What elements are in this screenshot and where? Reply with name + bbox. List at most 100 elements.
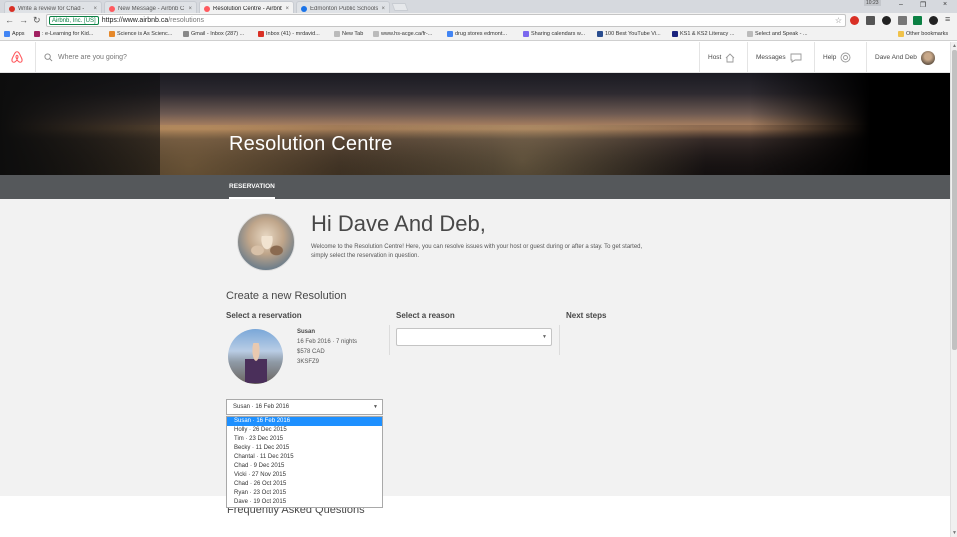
minimize-icon[interactable]: – xyxy=(890,1,912,8)
bookmark-item[interactable]: Inbox (41) - mrdavid... xyxy=(258,31,320,37)
bookmark-apps[interactable]: Apps xyxy=(4,31,25,37)
page-icon xyxy=(373,31,379,37)
address-bar[interactable]: Airbnb, Inc. [US] https://www.airbnb.ca /… xyxy=(46,14,846,27)
host-link[interactable]: Host xyxy=(699,42,747,73)
close-icon[interactable]: × xyxy=(381,6,385,12)
back-icon[interactable]: ← xyxy=(5,15,14,25)
user-menu[interactable]: Dave And Deb xyxy=(866,42,950,73)
bookmark-item[interactable]: www.hs-acge.ca/fr-... xyxy=(373,31,432,37)
reload-icon[interactable]: ↻ xyxy=(33,15,41,26)
dropdown-option[interactable]: Becky · 11 Dec 2015 xyxy=(227,444,382,453)
page-icon xyxy=(523,31,529,37)
bookmark-item[interactable]: drug stores edmont... xyxy=(447,31,507,37)
bookmark-item[interactable]: Sharing calendars w... xyxy=(523,31,585,37)
reservation-price: $578 CAD xyxy=(297,349,325,355)
greeting-heading: Hi Dave And Deb, xyxy=(311,211,486,236)
sub-navigation: RESERVATION xyxy=(0,175,950,199)
bookmarks-bar: Apps : e-Learning for Kid... Science is … xyxy=(0,29,957,41)
dropdown-option[interactable]: Ryan · 23 Oct 2015 xyxy=(227,489,382,498)
page-icon xyxy=(334,31,340,37)
extension-camera-icon[interactable] xyxy=(866,16,875,25)
google-icon xyxy=(447,31,453,37)
cast-icon[interactable] xyxy=(898,16,907,25)
search-bar[interactable]: Where are you going? xyxy=(35,42,695,73)
column-header-reservation: Select a reservation xyxy=(226,311,302,320)
faq-section xyxy=(0,496,950,537)
bookmark-item[interactable]: Gmail - Inbox (287) ... xyxy=(183,31,244,37)
menu-icon[interactable]: ≡ xyxy=(945,14,950,24)
page-scrollbar[interactable]: ▲ ▼ xyxy=(950,42,957,537)
lifebuoy-icon xyxy=(840,52,851,63)
new-tab-button[interactable] xyxy=(391,3,409,11)
guest-name: Susan xyxy=(297,329,316,335)
user-name: Dave And Deb xyxy=(875,54,917,61)
search-input[interactable]: Where are you going? xyxy=(58,54,127,61)
airbnb-favicon-icon xyxy=(109,5,115,12)
welcome-text: Welcome to the Resolution Centre! Here, … xyxy=(311,243,731,261)
dropdown-option[interactable]: Susan · 16 Feb 2016 xyxy=(227,417,382,426)
browser-toolbar: ← → ↻ Airbnb, Inc. [US] https://www.airb… xyxy=(0,13,957,29)
forward-icon[interactable]: → xyxy=(19,15,28,25)
browser-tab-3[interactable]: Resolution Centre - Airbnb × xyxy=(199,1,294,13)
bookmark-item[interactable]: New Tab xyxy=(334,31,363,37)
browser-tab-strip: Write a review for Chad - × New Message … xyxy=(0,0,957,13)
bookmark-item[interactable]: Select and Speak - ... xyxy=(747,31,808,37)
dropdown-option[interactable]: Dave · 19 Oct 2015 xyxy=(227,498,382,507)
bookmark-item[interactable]: : e-Learning for Kid... xyxy=(34,31,93,37)
reason-select[interactable]: ▼ xyxy=(396,328,552,346)
bookmark-item[interactable]: 100 Best YouTube Vi... xyxy=(597,31,661,37)
dropdown-option[interactable]: Tim · 23 Dec 2015 xyxy=(227,435,382,444)
clock: 10:23 xyxy=(864,0,881,6)
google-icon xyxy=(183,31,189,37)
reservation-dates: 16 Feb 2016 · 7 nights xyxy=(297,339,358,345)
close-icon[interactable]: × xyxy=(93,6,97,12)
school-favicon-icon xyxy=(301,5,307,12)
dropdown-option[interactable]: Chad · 26 Oct 2015 xyxy=(227,480,382,489)
dropdown-option[interactable]: Holly · 26 Dec 2015 xyxy=(227,426,382,435)
extension-new-icon[interactable] xyxy=(913,16,922,25)
close-icon[interactable]: × xyxy=(285,6,289,12)
messages-link[interactable]: Messages xyxy=(747,42,814,73)
browser-tab-label: Resolution Centre - Airbnb xyxy=(213,5,283,12)
apps-icon xyxy=(4,31,10,37)
extension-stop-icon[interactable] xyxy=(850,16,859,25)
hero-shade-left xyxy=(0,73,160,175)
bookmark-favicon-icon xyxy=(672,31,678,37)
section-title: Create a new Resolution xyxy=(226,290,347,302)
site-header: Where are you going? Host Messages Help … xyxy=(0,42,950,73)
reservation-dropdown-list: Susan · 16 Feb 2016 Holly · 26 Dec 2015 … xyxy=(226,416,383,508)
tab-reservation[interactable]: RESERVATION xyxy=(229,175,275,199)
dropdown-option[interactable]: Chantal · 11 Dec 2015 xyxy=(227,453,382,462)
column-header-reason: Select a reason xyxy=(396,311,455,320)
bookmark-item[interactable]: Science is As Scienc... xyxy=(109,31,172,37)
host-label: Host xyxy=(708,54,722,61)
browser-tab-2[interactable]: New Message - Airbnb C × xyxy=(104,1,197,13)
help-label: Help xyxy=(823,54,837,61)
other-bookmarks[interactable]: Other bookmarks xyxy=(898,31,948,37)
browser-tab-4[interactable]: Edmonton Public Schools × xyxy=(296,1,390,13)
airbnb-logo-icon[interactable] xyxy=(10,50,24,66)
dropdown-option[interactable]: Chad · 9 Dec 2015 xyxy=(227,462,382,471)
welcome-line: Welcome to the Resolution Centre! Here, … xyxy=(311,244,643,250)
browser-tab-1[interactable]: Write a review for Chad - × xyxy=(4,1,102,13)
page-icon xyxy=(747,31,753,37)
messages-label: Messages xyxy=(756,54,786,61)
extension-record-icon[interactable] xyxy=(882,16,891,25)
dropdown-option[interactable]: Vicki · 27 Nov 2015 xyxy=(227,471,382,480)
divider xyxy=(389,325,390,355)
help-link[interactable]: Help xyxy=(814,42,866,73)
scrollbar-thumb[interactable] xyxy=(952,50,957,350)
bookmark-item[interactable]: KS1 & KS2 Literacy ... xyxy=(672,31,734,37)
home-icon xyxy=(726,52,735,62)
bookmark-favicon-icon xyxy=(109,31,115,37)
close-icon[interactable]: × xyxy=(188,6,192,12)
reservation-code: 3KSFZ9 xyxy=(297,359,320,365)
window-close-icon[interactable]: × xyxy=(934,1,956,8)
scroll-down-icon[interactable]: ▼ xyxy=(952,530,957,536)
extension-dark-icon[interactable] xyxy=(929,16,938,25)
maximize-icon[interactable]: ❐ xyxy=(912,1,934,9)
bookmark-star-icon[interactable]: ☆ xyxy=(835,16,842,25)
scroll-up-icon[interactable]: ▲ xyxy=(952,43,957,49)
secure-badge[interactable]: Airbnb, Inc. [US] xyxy=(49,16,99,25)
reservation-select[interactable]: Susan · 16 Feb 2016 ▼ xyxy=(226,399,383,415)
